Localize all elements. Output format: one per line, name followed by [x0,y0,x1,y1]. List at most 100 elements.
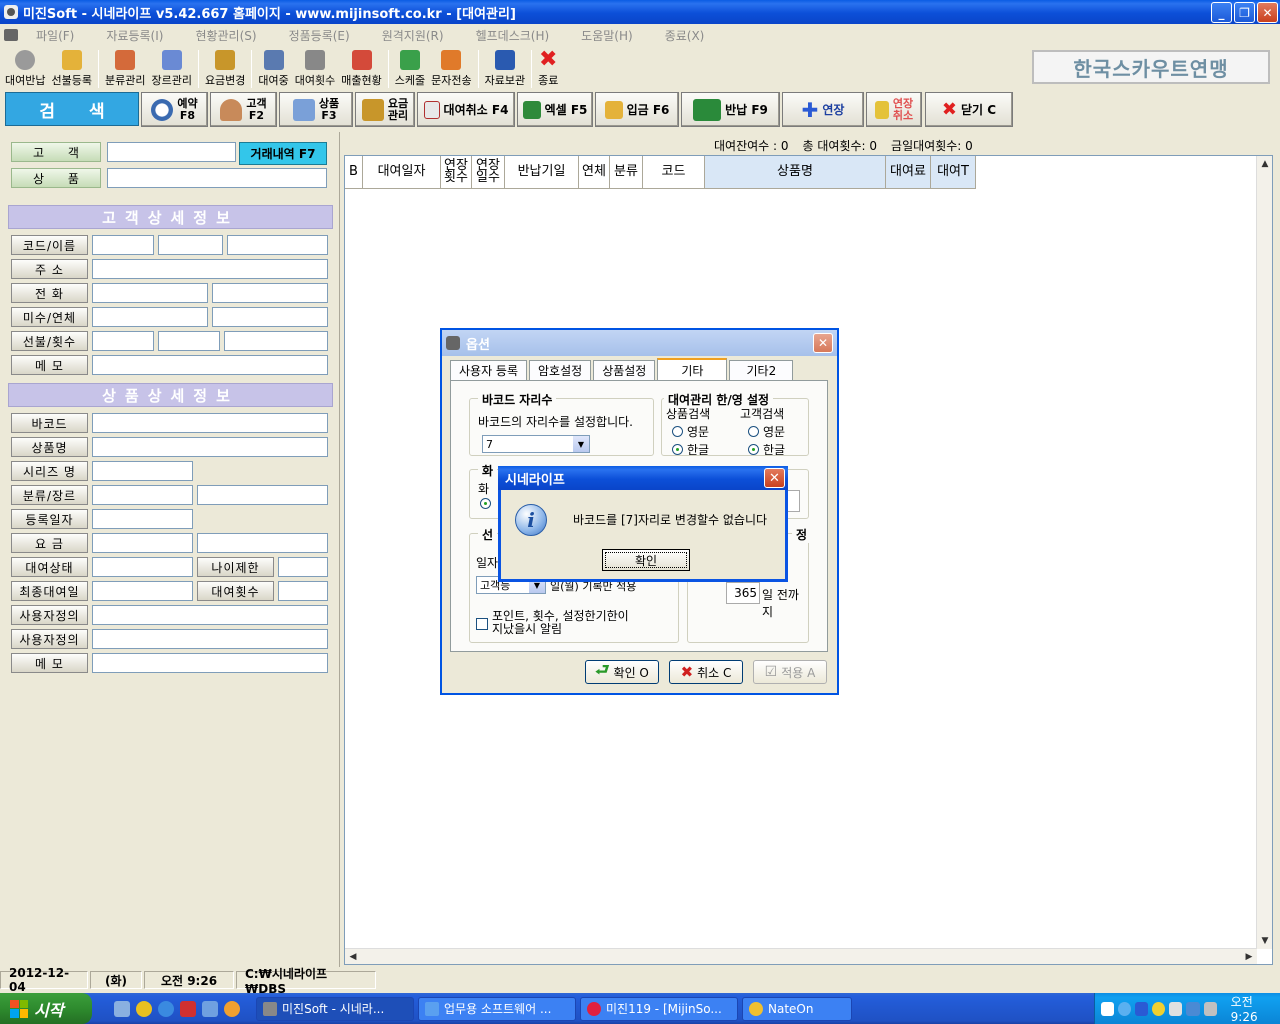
restore-button[interactable]: ❐ [1234,2,1255,23]
reserve-button[interactable]: 예약 F8 [141,92,208,127]
tab-password[interactable]: 암호설정 [529,360,592,380]
category-tool[interactable]: 분류관리 [102,46,148,88]
series-field[interactable] [92,461,193,481]
language-icon[interactable] [1101,1001,1115,1016]
excel-button[interactable]: 엑셀 F5 [517,92,593,127]
menu-remote[interactable]: 원격지원(R) [382,27,444,44]
schedule-tool[interactable]: 스케줄 [392,46,428,88]
check-icon[interactable] [1135,1001,1149,1016]
col-product-name[interactable]: 상품명 [705,156,886,189]
menu-file[interactable]: 파일(F) [36,27,74,44]
scroll-right-icon[interactable]: ▶ [1241,949,1257,965]
tray-arrow-icon[interactable] [1118,1001,1132,1016]
options-close-button[interactable]: ✕ [813,333,833,353]
product-memo-field[interactable] [92,653,328,673]
age-limit-field[interactable] [278,557,328,577]
barcode-field[interactable] [92,413,328,433]
customer-extra-field[interactable] [227,235,328,255]
points-alert-checkbox[interactable] [476,618,488,630]
rent-return-tool[interactable]: 대여반납 [2,46,48,88]
minimize-button[interactable]: _ [1211,2,1232,23]
extend-button[interactable]: ✚ 연장 [782,92,864,127]
task-business-software[interactable]: 업무용 소프트웨어 ... [418,996,576,1021]
ie-icon[interactable] [158,1000,174,1017]
backup-tool[interactable]: 자료보관 [482,46,528,88]
menu-helpdesk[interactable]: 헬프데스크(H) [476,27,550,44]
overdue-field[interactable] [212,307,328,327]
col-b[interactable]: B [345,156,363,189]
options-cancel-button[interactable]: ✖ 취소 C [669,660,743,684]
menu-data-register[interactable]: 자료등록(I) [106,27,163,44]
app-orange-icon[interactable] [224,1000,240,1017]
days-input[interactable]: 365 [726,582,760,604]
app-red-icon[interactable] [180,1000,196,1017]
rent-status-field[interactable] [92,557,193,577]
app-menu-icon[interactable] [4,29,18,41]
barcode-digits-select[interactable]: 7 ▼ [482,435,590,453]
horizontal-scrollbar[interactable]: ◀ ▶ [345,948,1257,964]
menu-license[interactable]: 정품등록(E) [289,27,350,44]
task-mijin119[interactable]: 미진119 - [MijinSo... [580,996,738,1021]
tab-user-register[interactable]: 사용자 등록 [450,360,528,380]
search-big-button[interactable]: 검 색 [5,92,139,126]
network-icon[interactable] [1186,1001,1200,1016]
prepay-tool[interactable]: 선불등록 [48,46,94,88]
address-field[interactable] [92,259,328,279]
scroll-down-icon[interactable]: ▼ [1257,933,1273,949]
vertical-scrollbar[interactable]: ▲ ▼ [1256,156,1272,949]
product-kor-radio[interactable]: 한글 [672,441,709,458]
product-name-field[interactable] [92,437,328,457]
menu-exit[interactable]: 종료(X) [665,27,705,44]
fee-change-tool[interactable]: 요금변경 [202,46,248,88]
sales-tool[interactable]: 매출현황 [338,46,384,88]
col-category[interactable]: 분류 [610,156,643,189]
prepay-extra-field[interactable] [224,331,328,351]
screen-radio[interactable] [480,498,491,509]
shield-icon[interactable] [1169,1001,1183,1016]
desktop-icon[interactable] [114,1000,130,1017]
phone-field[interactable] [92,283,208,303]
genre-field[interactable] [197,485,328,505]
smile-icon[interactable] [1152,1001,1166,1016]
options-ok-button[interactable]: ⮐ 확인 O [585,660,659,684]
col-fee[interactable]: 대여료 [886,156,931,189]
options-apply-button[interactable]: ☑ 적용 A [753,660,827,684]
product-search-input[interactable] [107,168,327,188]
col-overdue[interactable]: 연체 [579,156,610,189]
app-blue-icon[interactable] [202,1000,218,1017]
col-extend-days[interactable]: 연장 일수 [472,156,505,189]
fee-field[interactable] [92,533,193,553]
mobile-field[interactable] [212,283,328,303]
customer-kor-radio[interactable]: 한글 [748,441,785,458]
close-button[interactable]: ✕ [1257,2,1278,23]
task-mijinsoft[interactable]: 미진Soft - 시네라... [256,996,414,1021]
category-field[interactable] [92,485,193,505]
prepay-field[interactable] [92,331,154,351]
scroll-left-icon[interactable]: ◀ [345,949,361,965]
product-eng-radio[interactable]: 영문 [672,423,709,440]
rent-count-field[interactable] [278,581,328,601]
volume-icon[interactable] [1203,1001,1217,1016]
tab-etc2[interactable]: 기타2 [729,360,794,380]
custom1-field[interactable] [92,605,328,625]
start-button[interactable]: 시작 [0,993,92,1024]
fee-manage-button[interactable]: 요금 관리 [355,92,415,127]
unpaid-field[interactable] [92,307,208,327]
sms-tool[interactable]: 문자전송 [428,46,474,88]
register-date-field[interactable] [92,509,193,529]
message-ok-button[interactable]: 확인 [602,549,690,571]
customer-memo-field[interactable] [92,355,328,375]
cancel-rent-button[interactable]: 대여취소 F4 [417,92,515,127]
col-due-date[interactable]: 반납기일 [505,156,579,189]
customer-code-field[interactable] [92,235,154,255]
product-button[interactable]: 상품 F3 [279,92,353,127]
last-rent-field[interactable] [92,581,193,601]
col-extend-count[interactable]: 연장 횟수 [441,156,472,189]
custom2-field[interactable] [92,629,328,649]
history-button[interactable]: 거래내역 F7 [239,142,327,165]
task-nateon[interactable]: NateOn [742,996,852,1021]
count-field[interactable] [158,331,220,351]
tab-etc[interactable]: 기타 [657,358,728,380]
extend-cancel-button[interactable]: 연장 취소 [866,92,922,127]
col-code[interactable]: 코드 [643,156,705,189]
